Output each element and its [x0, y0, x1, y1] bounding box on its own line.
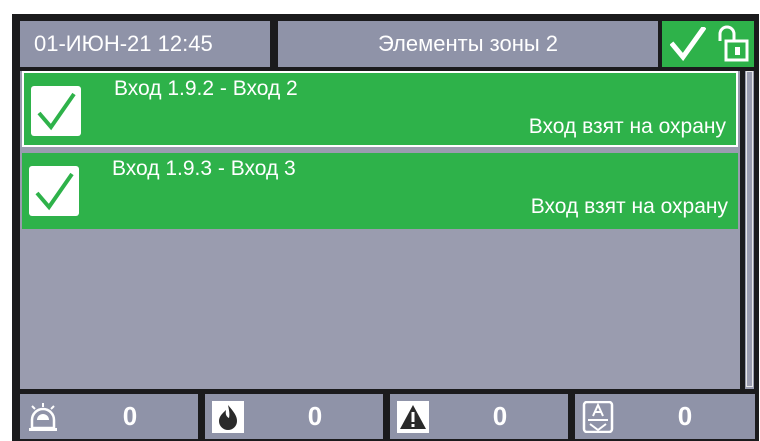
panel-screen: 01-ИЮН-21 12:45 Элементы зоны 2 Вход 1.9… [12, 14, 759, 441]
siren-count: 0 [122, 401, 138, 431]
scrollbar-thumb[interactable] [746, 71, 753, 387]
input-state: Вход взят на охрану [530, 195, 728, 218]
page-title: Элементы зоны 2 [278, 21, 658, 67]
counter-fire[interactable]: 0 [205, 394, 383, 439]
list-item-input-3[interactable]: Вход 1.9.3 - Вход 3 Вход взят на охрану [22, 153, 738, 229]
alarm-person-icon [582, 401, 614, 433]
siren-icon [29, 403, 57, 431]
counter-siren[interactable]: 0 [20, 394, 198, 439]
armed-checkbox [31, 86, 81, 136]
check-icon [37, 92, 76, 131]
input-name: Вход 1.9.3 - Вход 3 [112, 157, 296, 180]
check-icon [670, 27, 706, 61]
flame-icon [212, 401, 244, 433]
datetime-display: 01-ИЮН-21 12:45 [20, 21, 270, 67]
scrollbar[interactable] [745, 71, 754, 389]
status-area [662, 21, 754, 67]
fire-count: 0 [307, 401, 323, 431]
armed-checkbox [29, 166, 79, 216]
alarm-count: 0 [677, 401, 693, 431]
warning-icon [397, 401, 429, 433]
fault-count: 0 [492, 401, 508, 431]
counter-alarm[interactable]: 0 [575, 394, 755, 439]
zone-elements-list: Вход 1.9.2 - Вход 2 Вход взят на охрану … [20, 71, 740, 389]
unlocked-padlock-icon[interactable] [716, 25, 750, 63]
check-icon [35, 172, 74, 211]
input-state: Вход взят на охрану [528, 115, 726, 138]
input-name: Вход 1.9.2 - Вход 2 [114, 77, 298, 100]
counter-fault[interactable]: 0 [390, 394, 568, 439]
list-item-input-2[interactable]: Вход 1.9.2 - Вход 2 Вход взят на охрану [22, 71, 738, 147]
